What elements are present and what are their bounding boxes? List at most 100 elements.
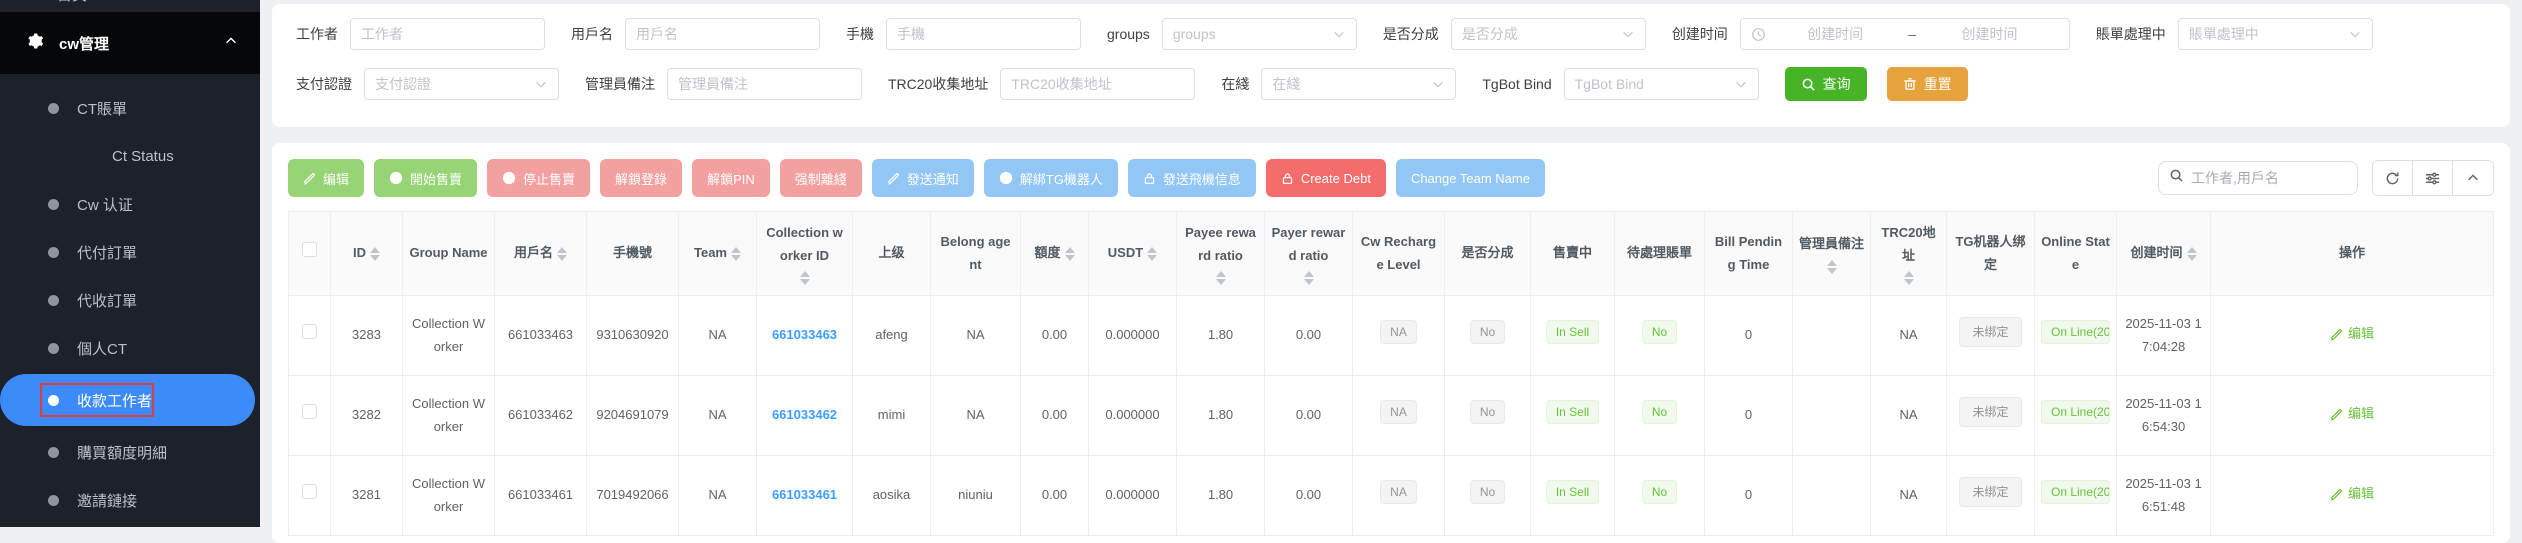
sidebar-item-6[interactable]: 個人CT [0,324,260,372]
status-badge: No [1470,480,1505,504]
column-header-payer_ratio[interactable]: Payer reward ratio [1265,212,1353,296]
select-all-checkbox[interactable] [302,242,317,257]
edit-row-button[interactable]: 编辑 [2330,403,2374,425]
column-settings-button[interactable] [2413,161,2453,195]
column-label: Payee reward ratio [1183,222,1258,266]
worker-id-link[interactable]: 661033461 [772,487,837,502]
sort-caret-icon[interactable] [1147,247,1157,261]
sidebar-item-label: 代付訂單 [77,242,137,263]
sort-caret-icon[interactable] [2187,247,2197,261]
column-header-created_at[interactable]: 创建时间 [2117,212,2211,296]
sort-caret-icon[interactable] [557,247,567,261]
row-checkbox[interactable] [302,324,317,339]
force-offline-button[interactable]: 强制離綫 [780,159,862,197]
filter-select-groups[interactable]: groups [1162,18,1357,50]
sidebar-item-5[interactable]: 代收訂單 [0,276,260,324]
create-debt-button[interactable]: Create Debt [1266,159,1386,197]
cell-superior: aosika [853,456,931,536]
edit-button[interactable]: 编辑 [288,159,364,197]
toolbar-button-label: 停止售賣 [523,169,575,188]
cell-payee_ratio: 1.80 [1177,376,1265,456]
worker-id-link[interactable]: 661033462 [772,407,837,422]
filter-select-is-split[interactable]: 是否分成 [1451,18,1646,50]
table-search-box [2158,161,2358,195]
reset-button[interactable]: 重置 [1887,67,1968,101]
cell-created_at: 2025-11-03 17:04:28 [2117,296,2211,376]
filter-input-username[interactable] [625,18,820,50]
sort-caret-icon[interactable] [800,271,810,285]
sidebar-item-9[interactable]: 邀請鏈接 [0,476,260,524]
sort-caret-icon[interactable] [1904,271,1914,285]
cell-in_sell: In Sell [1531,296,1615,376]
toolbar-button-label: 编辑 [323,169,349,188]
filter-label-username: 用戶名 [571,24,613,44]
sidebar-item-7[interactable]: 收款工作者 [0,374,255,426]
filter-input-admin-note[interactable] [667,68,862,100]
column-header-id[interactable]: ID [331,212,403,296]
toolbar-button-label: 發送飛機信息 [1163,169,1241,188]
sort-caret-icon[interactable] [731,247,741,261]
worker-id-link[interactable]: 661033463 [772,327,837,342]
filter-input-trc20-collect[interactable] [1000,68,1195,100]
start-sell-button[interactable]: 開始售賣 [374,159,477,197]
filter-label-online: 在綫 [1221,74,1249,94]
column-header-trc20[interactable]: TRC20地址 [1871,212,1947,296]
sidebar-item-3[interactable]: Cw 认证 [0,180,260,228]
stop-sell-button[interactable]: 停止售賣 [487,159,590,197]
send-tg-msg-button[interactable]: 發送飛機信息 [1128,159,1256,197]
status-badge: 未绑定 [1959,397,2021,427]
grid-icon [26,0,43,5]
unbind-tg-button[interactable]: 解綁TG機器人 [984,159,1118,197]
cell-cw_recharge_level: NA [1353,376,1445,456]
sidebar-item-1[interactable]: CT賬單 [0,84,260,132]
column-label: USDT [1108,242,1143,264]
column-header-cw_id[interactable]: Collection worker ID [757,212,853,296]
send-notice-button[interactable]: 發送通知 [872,159,974,197]
column-header-team[interactable]: Team [679,212,757,296]
sidebar-section-cw-management[interactable]: cw管理 [0,12,260,74]
toolbar-button-label: Create Debt [1301,171,1371,186]
column-header-quota[interactable]: 額度 [1021,212,1089,296]
cell-usdt: 0.000000 [1089,456,1177,536]
sort-caret-icon[interactable] [1827,260,1837,274]
sidebar-item-8[interactable]: 購買額度明細 [0,428,260,476]
row-checkbox[interactable] [302,484,317,499]
change-team-name-button[interactable]: Change Team Name [1396,159,1545,197]
daterange-start-placeholder: 创建时间 [1766,24,1905,44]
column-label: 是否分成 [1461,242,1513,264]
filter-select-bill-processing[interactable]: 賬單處理中 [2178,18,2373,50]
column-header-is_split: 是否分成 [1445,212,1531,296]
cell-bill_pending_time: 0 [1705,376,1793,456]
sidebar-item-label: 代收訂單 [77,290,137,311]
sidebar-item-home[interactable]: 首頁 [0,0,260,10]
sidebar-item-2[interactable]: Ct Status [0,132,260,180]
filter-select-pay-auth[interactable]: 支付認證 [364,68,559,100]
filter-daterange-created-time[interactable]: 创建时间–创建时间 [1740,18,2070,50]
column-header-admin_note[interactable]: 管理員備注 [1793,212,1871,296]
sort-caret-icon[interactable] [1065,247,1075,261]
edit-row-button[interactable]: 编辑 [2330,483,2374,505]
table-search-input[interactable] [2191,170,2347,186]
column-header-payee_ratio[interactable]: Payee reward ratio [1177,212,1265,296]
sidebar-item-label: 個人CT [77,338,127,359]
filter-select-online[interactable]: 在綫 [1261,68,1456,100]
sort-caret-icon[interactable] [370,247,380,261]
filter-select-tgbot-bind[interactable]: TgBot Bind [1564,68,1759,100]
filter-input-worker[interactable] [350,18,545,50]
unlock-pin-button[interactable]: 解鎖PIN [692,159,770,197]
sort-caret-icon[interactable] [1216,271,1226,285]
bullet-icon [48,295,59,306]
column-header-usdt[interactable]: USDT [1089,212,1177,296]
query-button[interactable]: 查询 [1785,67,1867,101]
refresh-button[interactable] [2373,161,2413,195]
column-label: 用戶名 [514,242,553,264]
column-header-username[interactable]: 用戶名 [495,212,587,296]
collapse-button[interactable] [2453,161,2493,195]
edit-row-button[interactable]: 编辑 [2330,323,2374,345]
cell-pending_bill: No [1615,456,1705,536]
unlock-login-button[interactable]: 解鎖登錄 [600,159,682,197]
filter-input-phone[interactable] [886,18,1081,50]
row-checkbox[interactable] [302,404,317,419]
sidebar-item-4[interactable]: 代付訂單 [0,228,260,276]
sort-caret-icon[interactable] [1304,271,1314,285]
